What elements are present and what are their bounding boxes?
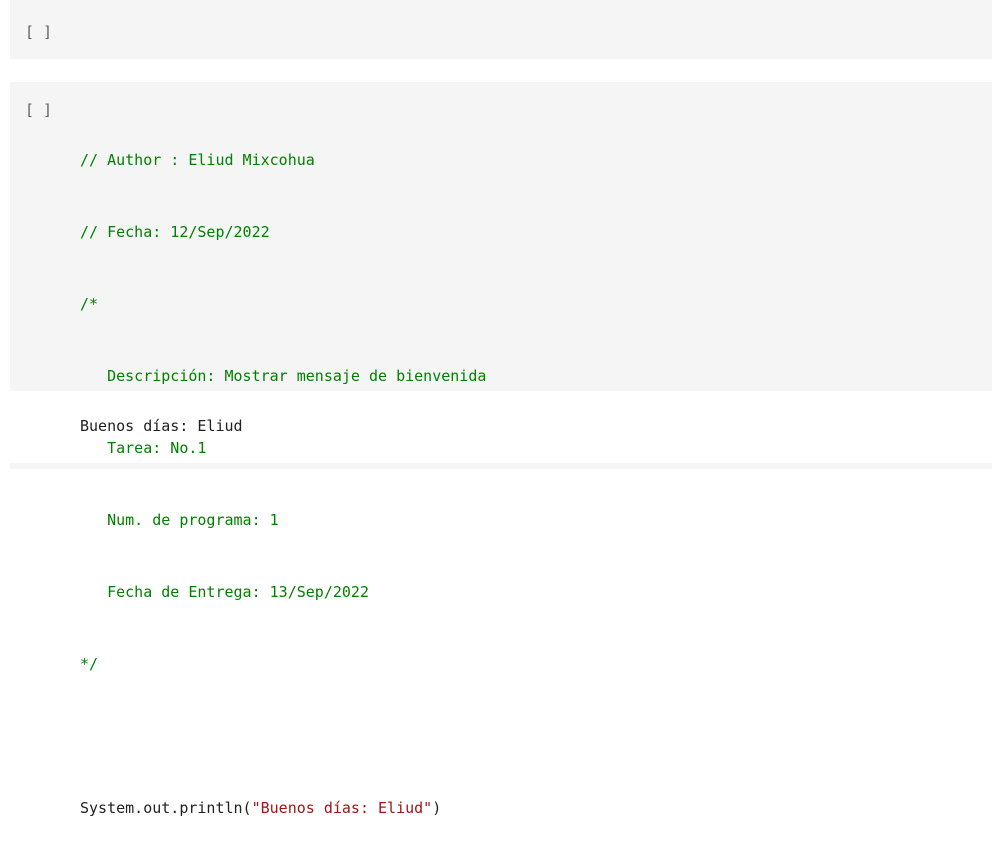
- code-comment-line: // Fecha: 12/Sep/2022: [80, 223, 270, 241]
- code-comment-line: /*: [80, 295, 99, 313]
- code-comment-line: Fecha de Entrega: 13/Sep/2022: [80, 583, 369, 601]
- code-comment-line: // Author : Eliud Mixcohua: [80, 151, 315, 169]
- code-string-literal: "Buenos días: Eliud": [251, 799, 433, 817]
- code-editor[interactable]: // Author : Eliud Mixcohua // Fecha: 12/…: [80, 100, 486, 868]
- run-cell-button[interactable]: [ ]: [25, 22, 61, 42]
- cell-output: Buenos días: Eliud: [80, 417, 243, 435]
- code-comment-line: */: [80, 655, 99, 673]
- run-cell-button[interactable]: [ ]: [25, 100, 61, 120]
- code-println-call: System.out.println(: [80, 799, 252, 817]
- code-comment-line: Tarea: No.1: [80, 439, 207, 457]
- code-comment-line: Descripción: Mostrar mensaje de bienveni…: [80, 367, 487, 385]
- code-cell-2[interactable]: [ ] // Author : Eliud Mixcohua // Fecha:…: [10, 82, 992, 817]
- code-println-close: ): [432, 799, 442, 817]
- code-cell-3[interactable]: [10, 463, 992, 469]
- code-comment-line: Num. de programa: 1: [80, 511, 279, 529]
- code-cell-1[interactable]: [ ]: [10, 0, 992, 59]
- code-println-line: System.out.println("Buenos días: Eliud"): [80, 796, 486, 820]
